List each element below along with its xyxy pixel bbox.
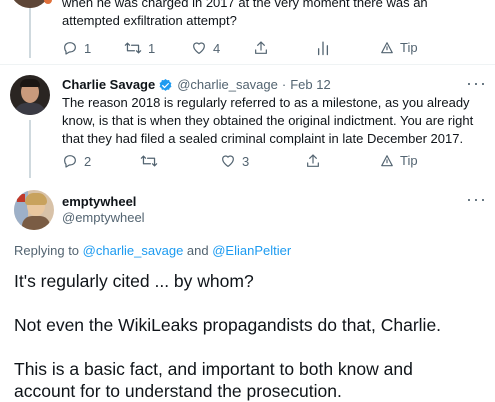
avatar-emptywheel[interactable]	[14, 190, 54, 230]
thread-line-top	[29, 0, 31, 58]
tweet2-text: The reason 2018 is regularly referred to…	[62, 94, 487, 148]
tweet3-author-handle[interactable]: @emptywheel	[62, 210, 145, 226]
reply-icon	[64, 155, 76, 168]
tip-button[interactable]: Tip	[380, 153, 418, 168]
tip-icon	[381, 41, 393, 53]
retweet-button[interactable]: 1	[124, 40, 155, 56]
reply-icon	[64, 42, 76, 55]
tweet3-line-1: It's regularly cited ... by whom?	[14, 271, 254, 291]
tweet3-line-3: This is a basic fact, and important to b…	[14, 359, 413, 379]
tweet2-author-handle[interactable]: @charlie_savage	[177, 77, 278, 93]
like-button[interactable]: 3	[220, 153, 249, 169]
retweet-icon	[124, 42, 142, 54]
analytics-icon	[317, 41, 329, 56]
more-options-icon[interactable]: ···	[466, 190, 487, 208]
like-count: 4	[213, 40, 221, 56]
share-button[interactable]	[253, 40, 269, 56]
more-options-icon[interactable]: ···	[466, 74, 487, 92]
heart-icon	[222, 155, 234, 167]
replying-to-user-charlie[interactable]: @charlie_savage	[83, 243, 184, 258]
reply-button[interactable]: 1	[62, 40, 91, 56]
tweet1-line-1: when he was charged in 2017 at the very …	[62, 0, 428, 10]
avatar-charlie-savage[interactable]	[10, 75, 50, 115]
share-icon	[255, 41, 267, 54]
tweet2-header: Charlie Savage @charlie_savage · Feb 12	[62, 77, 331, 93]
share-icon	[307, 154, 319, 167]
reply-count: 2	[84, 153, 92, 169]
verified-badge-icon	[159, 78, 172, 91]
thread-line-middle	[29, 120, 31, 178]
replying-to-user-elian[interactable]: @ElianPeltier	[212, 243, 291, 258]
tweet2-date[interactable]: Feb 12	[290, 77, 330, 93]
divider-1	[0, 64, 495, 65]
tweet2-line-2: know, is that is when they obtained the …	[62, 113, 474, 128]
analytics-button[interactable]	[316, 40, 330, 56]
tweet3-line-2: Not even the WikiLeaks propagandists do …	[14, 315, 442, 335]
retweet-icon	[140, 155, 158, 167]
tweet1-line-2: attempted exfiltration attempt?	[62, 13, 237, 28]
tweet2-line-3: that they had filed a sealed criminal co…	[62, 131, 464, 146]
reply-button[interactable]: 2	[62, 153, 91, 169]
tweet3-line-4: account for to understand the prosecutio…	[14, 381, 342, 401]
tip-icon	[381, 154, 393, 166]
tip-label: Tip	[400, 40, 418, 55]
retweet-button[interactable]	[140, 153, 164, 169]
tip-button[interactable]: Tip	[380, 40, 418, 55]
tweet1-text: when he was charged in 2017 at the very …	[62, 0, 482, 30]
tweet2-author-name[interactable]: Charlie Savage	[62, 77, 155, 93]
like-button[interactable]: 4	[191, 40, 220, 56]
like-count: 3	[242, 153, 250, 169]
avatar-previous-accent	[44, 0, 52, 4]
tweet3-text: It's regularly cited ... by whom? Not ev…	[14, 270, 489, 402]
replying-to: Replying to @charlie_savage and @ElianPe…	[14, 243, 291, 259]
retweet-count: 1	[148, 40, 156, 56]
replying-to-and: and	[183, 243, 213, 258]
tip-label: Tip	[400, 153, 418, 168]
tweet3-author-name[interactable]: emptywheel	[62, 194, 136, 210]
heart-icon	[193, 42, 205, 54]
tweet2-line-1: The reason 2018 is regularly referred to…	[62, 95, 470, 110]
reply-count: 1	[84, 40, 92, 56]
replying-to-prefix: Replying to	[14, 243, 83, 258]
tweet2-dot: ·	[281, 77, 287, 92]
share-button[interactable]	[305, 153, 321, 169]
